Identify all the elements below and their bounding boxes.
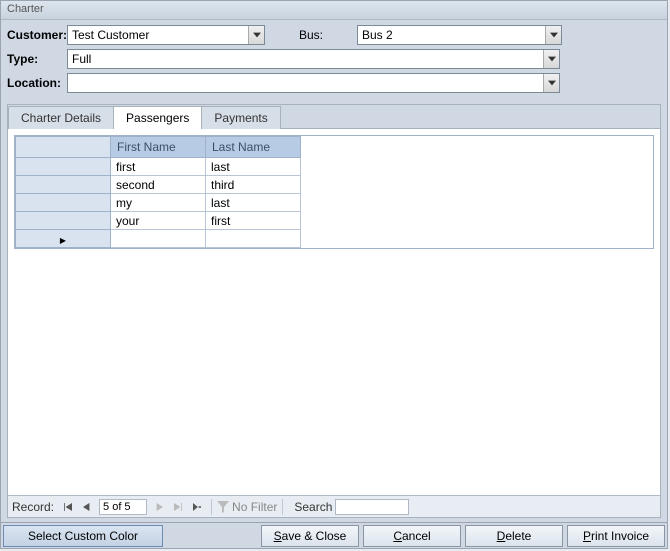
customer-combo[interactable] <box>67 25 265 45</box>
row-selector[interactable] <box>16 212 111 230</box>
dropdown-arrow-icon[interactable] <box>545 26 561 44</box>
record-position[interactable] <box>99 499 147 515</box>
cell-last-name[interactable]: first <box>206 212 301 230</box>
type-input[interactable] <box>67 49 560 69</box>
print-invoice-button[interactable]: Print Invoice <box>567 525 665 547</box>
location-combo[interactable] <box>67 73 560 93</box>
row-selector-current-icon[interactable] <box>16 230 111 248</box>
save-close-button[interactable]: Save & Close <box>261 525 359 547</box>
tab-charter-details[interactable]: Charter Details <box>8 106 114 129</box>
cell-first-name[interactable]: your <box>111 212 206 230</box>
dropdown-arrow-icon[interactable] <box>543 74 559 92</box>
table-row[interactable]: your first <box>16 212 301 230</box>
table-row[interactable]: my last <box>16 194 301 212</box>
tab-payments[interactable]: Payments <box>201 106 280 129</box>
nav-prev-button[interactable] <box>78 498 96 516</box>
charter-form: Customer: Bus: Type: Location: <box>1 20 667 102</box>
location-input[interactable] <box>67 73 560 93</box>
row-selector[interactable] <box>16 194 111 212</box>
table-row-new[interactable] <box>16 230 301 248</box>
type-combo[interactable] <box>67 49 560 69</box>
dropdown-arrow-icon[interactable] <box>248 26 264 44</box>
cell-first-name[interactable] <box>111 230 206 248</box>
dropdown-arrow-icon[interactable] <box>543 50 559 68</box>
search-label: Search <box>294 500 332 514</box>
col-last-name[interactable]: Last Name <box>206 137 301 158</box>
cancel-button[interactable]: Cancel <box>363 525 461 547</box>
col-first-name[interactable]: First Name <box>111 137 206 158</box>
separator <box>282 499 283 515</box>
tab-passengers[interactable]: Passengers <box>113 106 202 129</box>
window-title: Charter <box>1 1 667 20</box>
nav-last-button[interactable] <box>169 498 187 516</box>
cell-last-name[interactable]: last <box>206 158 301 176</box>
funnel-icon <box>217 501 229 513</box>
tab-strip: Charter Details Passengers Payments <box>8 105 660 129</box>
customer-label: Customer: <box>7 28 67 42</box>
passenger-grid[interactable]: First Name Last Name first last second <box>15 136 301 248</box>
bus-combo[interactable] <box>357 25 562 45</box>
cell-last-name[interactable]: last <box>206 194 301 212</box>
customer-input[interactable] <box>67 25 265 45</box>
filter-indicator[interactable]: No Filter <box>217 500 277 514</box>
nav-next-button[interactable] <box>150 498 168 516</box>
row-selector[interactable] <box>16 158 111 176</box>
search-input[interactable] <box>335 499 409 515</box>
location-label: Location: <box>7 76 67 90</box>
table-row[interactable]: second third <box>16 176 301 194</box>
record-label: Record: <box>12 500 54 514</box>
delete-button[interactable]: Delete <box>465 525 563 547</box>
separator <box>211 499 212 515</box>
type-label: Type: <box>7 52 67 66</box>
bus-input[interactable] <box>357 25 562 45</box>
nav-first-button[interactable] <box>59 498 77 516</box>
record-navigator: Record: No Filter Search <box>8 495 660 517</box>
cell-last-name[interactable] <box>206 230 301 248</box>
cell-first-name[interactable]: second <box>111 176 206 194</box>
cell-first-name[interactable]: my <box>111 194 206 212</box>
cell-first-name[interactable]: first <box>111 158 206 176</box>
table-row[interactable]: first last <box>16 158 301 176</box>
select-custom-color-button[interactable]: Select Custom Color <box>3 525 163 547</box>
row-selector[interactable] <box>16 176 111 194</box>
bus-label: Bus: <box>299 28 339 42</box>
button-bar: Select Custom Color Save & Close Cancel … <box>1 522 667 548</box>
grid-corner <box>16 137 111 158</box>
nav-new-button[interactable] <box>188 498 206 516</box>
cell-last-name[interactable]: third <box>206 176 301 194</box>
filter-label: No Filter <box>232 500 277 514</box>
